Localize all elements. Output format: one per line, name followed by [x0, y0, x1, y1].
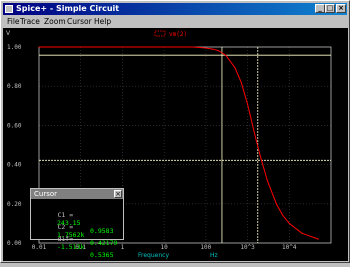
data-point — [301, 232, 303, 234]
title-bar[interactable]: Spice+ - Simple Circuit _ □ × — [3, 3, 347, 15]
window-title: Spice+ - Simple Circuit — [16, 4, 120, 13]
y-tick-label: 0.80 — [7, 83, 22, 90]
data-point — [234, 67, 236, 69]
close-button[interactable]: × — [336, 4, 346, 13]
data-point — [247, 103, 249, 105]
y-tick-label: 0.60 — [7, 122, 22, 129]
legend-label: vm(2) — [169, 31, 187, 38]
data-point — [212, 48, 214, 50]
legend-swatch — [154, 30, 166, 37]
data-point — [217, 50, 219, 52]
x-axis-label: Frequency — [138, 252, 169, 259]
app-icon[interactable] — [5, 5, 13, 13]
cursor-y-value: 0.42179 — [90, 239, 118, 247]
x-tick-label: 100 — [200, 244, 211, 251]
y-tick-label: 0.20 — [7, 201, 22, 208]
data-point — [225, 54, 227, 56]
x-tick-label: 10 — [161, 244, 169, 251]
data-point — [288, 222, 290, 224]
data-point — [121, 46, 123, 48]
data-point — [259, 154, 261, 156]
app-window: Spice+ - Simple Circuit _ □ × File Trace… — [0, 0, 350, 263]
menu-cursor[interactable]: Cursor — [67, 16, 92, 27]
cursor-row-label: dif= — [57, 235, 74, 243]
data-point — [192, 46, 194, 48]
cursor-y-value: 0.5365 — [90, 251, 114, 259]
data-point — [80, 46, 82, 48]
minimize-button[interactable]: _ — [315, 4, 325, 13]
menu-file[interactable]: File — [7, 16, 20, 27]
menu-bar: File Trace Zoom Cursor Help — [3, 16, 347, 27]
data-point — [317, 238, 319, 240]
data-point — [282, 214, 284, 216]
cursor-panel[interactable]: Cursor × C1 = 243.15 0.9583 C2 = 1.7562k… — [30, 188, 124, 259]
y-tick-label: 1.00 — [7, 44, 22, 51]
data-point — [38, 46, 40, 48]
cursor-panel-title[interactable]: Cursor — [31, 189, 123, 199]
menu-help[interactable]: Help — [94, 16, 111, 27]
data-point — [163, 46, 165, 48]
cursor-row-dif: dif= -1.513k 0.5365 — [34, 227, 113, 267]
data-point — [276, 204, 278, 206]
y-unit-label: V — [6, 30, 11, 37]
data-point — [240, 81, 242, 83]
x-tick-label: 10^4 — [282, 244, 297, 251]
x-tick-label: 10^3 — [240, 244, 255, 251]
cursor-y-value: 0.9583 — [90, 227, 114, 235]
menu-trace[interactable]: Trace — [20, 16, 40, 27]
data-point — [266, 180, 268, 182]
x-unit-label: Hz — [210, 252, 218, 259]
maximize-button[interactable]: □ — [325, 4, 335, 13]
cursor-panel-close-button[interactable]: × — [114, 190, 122, 198]
cursor-x-value: -1.513k — [57, 243, 85, 251]
y-tick-label: 0.00 — [7, 240, 22, 247]
menu-zoom[interactable]: Zoom — [44, 16, 66, 27]
data-point — [254, 134, 256, 136]
y-tick-labels: 0.00 0.20 0.40 0.60 0.80 1.00 — [7, 44, 22, 247]
x-tick-label: 1 — [121, 244, 125, 251]
y-tick-label: 0.40 — [7, 162, 22, 169]
data-point — [205, 47, 207, 49]
